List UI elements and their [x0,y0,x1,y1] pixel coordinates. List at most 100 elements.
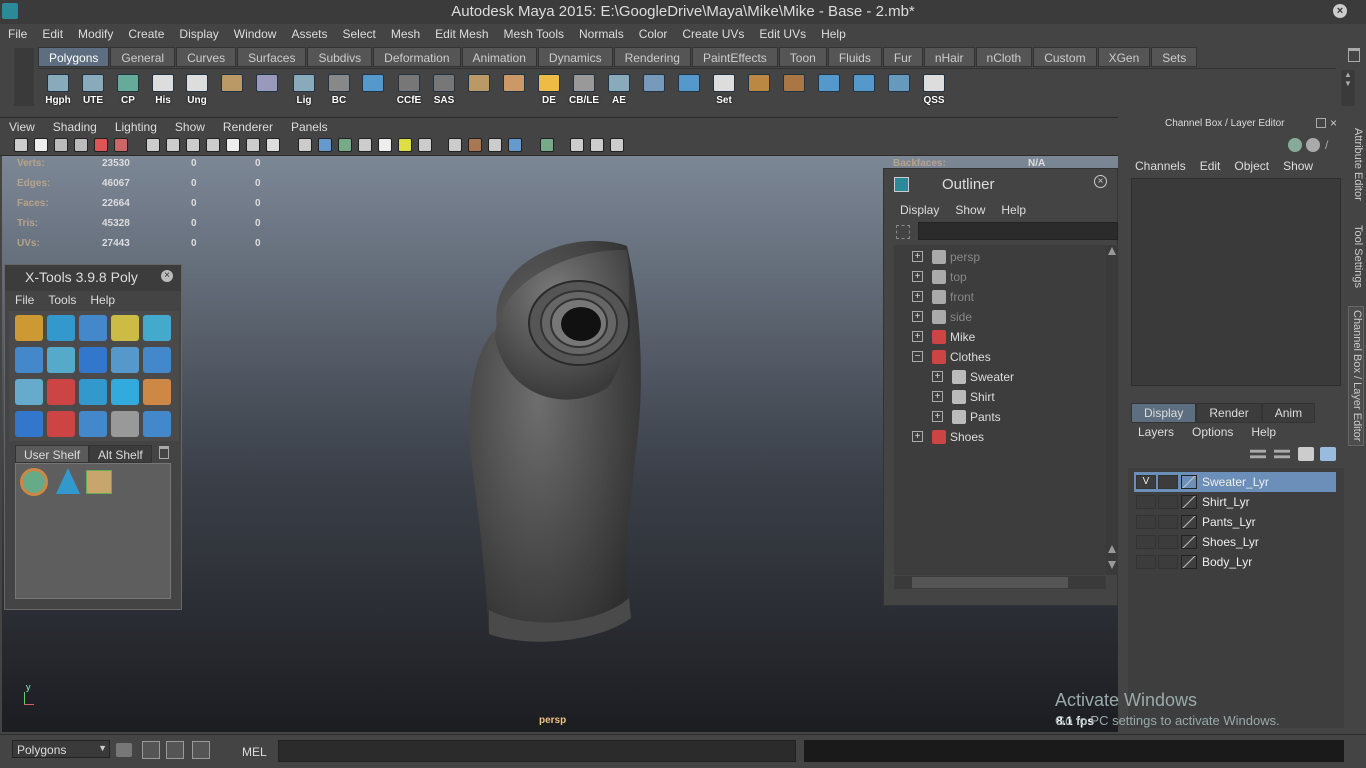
command-type-label[interactable]: MEL [242,745,267,759]
expand-icon[interactable]: + [932,411,943,422]
menu-set-dropdown[interactable]: Polygons ▼ [12,740,110,758]
menu-window[interactable]: Window [226,27,284,41]
expand-icon[interactable]: + [932,391,943,402]
outliner-item-side[interactable]: + side [894,307,1106,327]
shelf-button-tool-7[interactable] [251,72,283,104]
viewport-tool-icon[interactable] [246,138,260,152]
menu-create[interactable]: Create [120,27,171,41]
menu-modify[interactable]: Modify [70,27,120,41]
viewport-menu-renderer[interactable]: Renderer [214,120,282,134]
xtools-tool-icon[interactable] [15,315,43,341]
outliner-item-clothes[interactable]: − Clothes [894,347,1106,367]
shelf-button-ae[interactable]: AE [603,72,635,106]
layer-row-pants-lyr[interactable]: Pants_Lyr [1134,512,1336,532]
shelf-button-sas[interactable]: SAS [428,72,460,106]
close-icon[interactable]: × [1094,175,1107,188]
new-layer-selected-icon[interactable] [1320,447,1336,461]
layer-visibility-toggle[interactable] [1136,555,1156,569]
menu-help[interactable]: Help [813,27,853,41]
viewport-tool-icon[interactable] [318,138,332,152]
expand-icon[interactable]: + [912,291,923,302]
menu-mesh[interactable]: Mesh [383,27,427,41]
viewport-tool-icon[interactable] [34,138,48,152]
layer-row-shirt-lyr[interactable]: Shirt_Lyr [1134,492,1336,512]
xtools-tool-icon[interactable] [47,379,75,405]
xtools-tool-icon[interactable] [143,315,171,341]
viewport-menu-lighting[interactable]: Lighting [106,120,166,134]
uv-tool-icon[interactable] [86,470,112,494]
outliner-item-mike[interactable]: + Mike [894,327,1106,347]
viewport-menu-view[interactable]: View [0,120,44,134]
shelf-button-ung[interactable]: Ung [181,72,213,106]
viewport-tool-icon[interactable] [418,138,432,152]
shelf-button-tool-13[interactable] [463,72,495,104]
side-tab-tool-settings[interactable]: Tool Settings [1348,220,1364,292]
layer-color-swatch[interactable] [1181,555,1197,569]
shelf-button-cp[interactable]: CP [112,72,144,106]
viewport-tool-icon[interactable] [54,138,68,152]
layer-move-up-icon[interactable] [1250,449,1266,459]
menu-color[interactable]: Color [631,27,675,41]
shelf-button-bc[interactable]: BC [323,72,355,106]
menu-edit-uvs[interactable]: Edit UVs [751,27,813,41]
manipulator-icon[interactable] [1288,138,1302,152]
shelf-scroll-arrows[interactable]: ▲ ▼ [1341,70,1355,106]
viewport-tool-icon[interactable] [570,138,584,152]
trash-icon[interactable] [159,446,169,459]
xtools-tool-icon[interactable] [111,315,139,341]
layer-color-swatch[interactable] [1181,535,1197,549]
shelf-tab-nhair[interactable]: nHair [923,47,975,67]
channel-box-area[interactable] [1131,178,1341,386]
shelf-tab-surfaces[interactable]: Surfaces [237,47,307,67]
hypershade-icon[interactable] [166,741,184,759]
view-icon[interactable] [1306,138,1320,152]
shelf-tab-curves[interactable]: Curves [176,47,237,67]
shelf-tab-fur[interactable]: Fur [882,47,923,67]
layer-visibility-toggle[interactable] [1136,535,1156,549]
viewport-tool-icon[interactable] [610,138,624,152]
xtools-tool-icon[interactable] [15,379,43,405]
xtools-header[interactable]: X-Tools 3.9.8 Poly × [5,265,181,291]
layer-visibility-toggle[interactable] [1136,495,1156,509]
shelf-tab-xgen[interactable]: XGen [1097,47,1151,67]
xtools-tool-icon[interactable] [47,411,75,437]
xtools-tool-icon[interactable] [15,347,43,373]
shelf-button-tool-23[interactable] [813,72,845,104]
shelf-tab-animation[interactable]: Animation [461,47,537,67]
xtools-tool-icon[interactable] [79,347,107,373]
layer-row-shoes-lyr[interactable]: Shoes_Lyr [1134,532,1336,552]
render-view-icon[interactable] [142,741,160,759]
menu-file[interactable]: File [0,27,34,41]
outliner-open-icon[interactable] [192,741,210,759]
shelf-button-tool-10[interactable] [357,72,389,104]
outliner-item-top[interactable]: + top [894,267,1106,287]
expand-icon[interactable]: + [912,251,923,262]
outliner-item-persp[interactable]: + persp [894,247,1106,267]
viewport-menu-show[interactable]: Show [166,120,214,134]
outliner-vscrollbar[interactable] [1106,245,1118,575]
channel-box-menu-channels[interactable]: Channels [1135,159,1186,173]
layer-menu-layers[interactable]: Layers [1138,425,1174,439]
shelf-button-tool-6[interactable] [216,72,248,104]
shelf-tab-fluids[interactable]: Fluids [827,47,882,67]
side-tab-channel-box-layer-editor[interactable]: Channel Box / Layer Editor [1348,306,1364,446]
close-icon[interactable]: × [161,270,173,282]
shelf-button-qss[interactable]: QSS [918,72,950,106]
menu-display[interactable]: Display [171,27,225,41]
outliner-item-shirt[interactable]: + Shirt [894,387,1106,407]
xtools-tool-icon[interactable] [143,411,171,437]
xtools-tab-alt-shelf[interactable]: Alt Shelf [89,445,152,463]
shelf-button-tool-25[interactable] [883,72,915,104]
viewport-tool-icon[interactable] [206,138,220,152]
shelf-button-cb-le[interactable]: CB/LE [568,72,600,106]
menu-assets[interactable]: Assets [283,27,334,41]
layer-visibility-toggle[interactable]: V [1136,475,1156,489]
shelf-button-lig[interactable]: Lig [288,72,320,106]
shelf-button-his[interactable]: His [147,72,179,106]
shelf-tab-custom[interactable]: Custom [1033,47,1097,67]
layer-color-swatch[interactable] [1181,475,1197,489]
viewport-menu-panels[interactable]: Panels [282,120,337,134]
expand-icon[interactable]: + [912,311,923,322]
outliner-menu-help[interactable]: Help [1001,203,1026,217]
outliner-item-front[interactable]: + front [894,287,1106,307]
